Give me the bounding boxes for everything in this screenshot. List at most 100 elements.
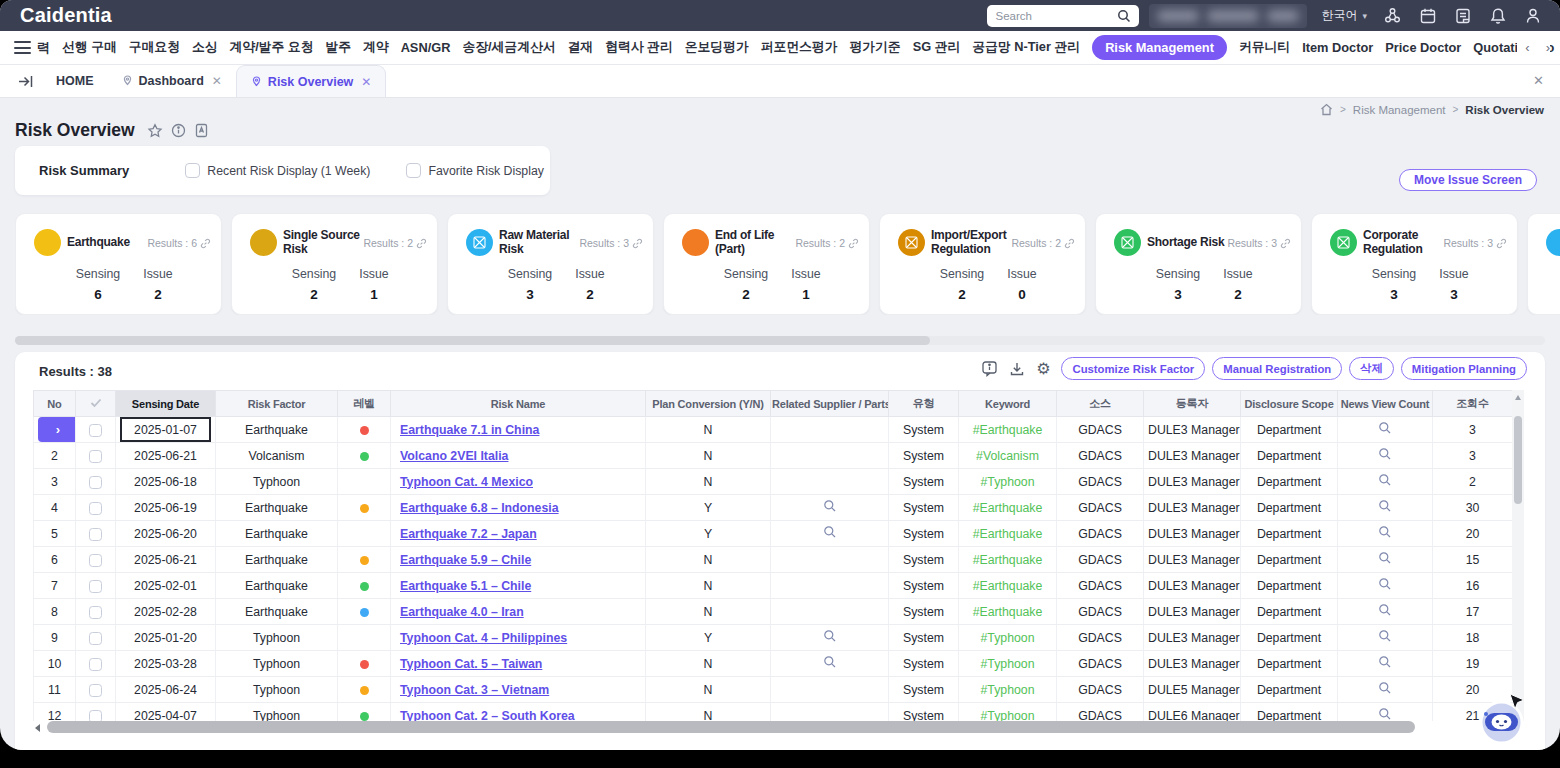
risk-name-link[interactable]: Earthquake 5.1 – Chile: [400, 579, 531, 593]
tab-home[interactable]: HOME: [42, 65, 108, 97]
column-header-checkbox[interactable]: [76, 391, 116, 417]
column-header-Related Supplier / Parts[interactable]: Related Supplier / Parts: [771, 391, 889, 417]
sensing-date-cell[interactable]: 2025-02-01: [116, 573, 216, 599]
org-network-icon[interactable]: [1383, 6, 1402, 25]
column-header-Risk Name[interactable]: Risk Name: [391, 391, 646, 417]
column-header-등록자[interactable]: 등록자: [1144, 391, 1241, 417]
column-header-Sensing Date[interactable]: Sensing Date: [116, 391, 216, 417]
link-icon[interactable]: [1280, 238, 1291, 249]
sensing-date-cell[interactable]: 2025-06-19: [116, 495, 216, 521]
risk-card-raw-material-risk[interactable]: Raw Material RiskResults : 3Sensing3Issu…: [447, 213, 654, 315]
menu-item-온보딩평가[interactable]: 온보딩평가: [685, 39, 749, 56]
manual-icon[interactable]: [194, 123, 209, 138]
table-vscroll-thumb[interactable]: [1514, 416, 1522, 504]
favorite-risk-checkbox[interactable]: [406, 163, 421, 178]
menu-item-협력사-관리[interactable]: 협력사 관리: [605, 39, 673, 56]
magnifier-icon[interactable]: [823, 499, 837, 513]
magnifier-icon[interactable]: [823, 655, 837, 669]
selected-row-expand-button[interactable]: ›: [38, 417, 76, 442]
menu-item-sg-관리[interactable]: SG 관리: [913, 39, 961, 56]
grid-settings-gear-icon[interactable]: ⚙: [1036, 361, 1050, 377]
magnifier-icon[interactable]: [1378, 707, 1392, 721]
risk-name-link[interactable]: Earthquake 7.1 in China: [400, 423, 539, 437]
link-icon[interactable]: [1496, 238, 1507, 249]
column-header-조회수[interactable]: 조회수: [1433, 391, 1513, 417]
link-icon[interactable]: [416, 238, 427, 249]
tab-dashboard[interactable]: Dashboard✕: [108, 65, 236, 97]
sensing-date-cell[interactable]: 2025-06-21: [116, 443, 216, 469]
row-checkbox[interactable]: [89, 554, 102, 567]
risk-name-link[interactable]: Earthquake 4.0 – Iran: [400, 605, 524, 619]
menu-item-결재[interactable]: 결재: [568, 39, 594, 56]
sensing-date-cell[interactable]: 2025-04-07: [116, 703, 216, 722]
home-icon[interactable]: [1320, 103, 1333, 116]
menu-scroll-right-icon[interactable]: ›: [1546, 40, 1550, 55]
column-header-Keyword[interactable]: Keyword: [959, 391, 1057, 417]
row-checkbox[interactable]: [89, 502, 102, 515]
menu-item-소싱[interactable]: 소싱: [192, 39, 218, 56]
table-vertical-scrollbar[interactable]: [1512, 390, 1524, 721]
menu-item-퍼포먼스평가[interactable]: 퍼포먼스평가: [761, 39, 838, 56]
magnifier-icon[interactable]: [1378, 603, 1392, 617]
risk-name-link[interactable]: Typhoon Cat. 3 – Vietnam: [400, 683, 549, 697]
magnifier-icon[interactable]: [1378, 629, 1392, 643]
table-horizontal-scrollbar[interactable]: [33, 721, 1524, 733]
sensing-date-cell[interactable]: 2025-01-20: [116, 625, 216, 651]
magnifier-icon[interactable]: [1378, 551, 1392, 565]
sensing-date-cell[interactable]: 2025-06-20: [116, 521, 216, 547]
risk-name-link[interactable]: Typhoon Cat. 2 – South Korea: [400, 709, 575, 722]
magnifier-icon[interactable]: [1378, 655, 1392, 669]
column-header-No[interactable]: No: [34, 391, 76, 417]
row-checkbox[interactable]: [89, 710, 102, 721]
hamburger-menu-icon[interactable]: [14, 41, 31, 54]
row-checkbox[interactable]: [89, 476, 102, 489]
menu-item-공급망-n-tier-관리[interactable]: 공급망 N-Tier 관리: [972, 39, 1080, 56]
row-checkbox[interactable]: [89, 580, 102, 593]
menu-item-커뮤니티[interactable]: 커뮤니티: [1239, 39, 1290, 56]
risk-name-link[interactable]: Volcano 2VEI Italia: [400, 449, 508, 463]
risk-name-link[interactable]: Typhoon Cat. 4 Mexico: [400, 475, 533, 489]
row-checkbox[interactable]: [89, 684, 102, 697]
menu-item-평가기준[interactable]: 평가기준: [849, 39, 900, 56]
row-number[interactable]: ›: [34, 417, 76, 443]
magnifier-icon[interactable]: [823, 629, 837, 643]
risk-name-link[interactable]: Typhoon Cat. 4 – Philippines: [400, 631, 567, 645]
calendar-icon[interactable]: [1419, 7, 1437, 25]
menu-item-clipped[interactable]: 력: [37, 39, 50, 57]
favorite-star-icon[interactable]: [147, 123, 163, 139]
risk-card-shortage-risk[interactable]: Shortage RiskResults : 3Sensing3Issue2: [1095, 213, 1302, 315]
link-icon[interactable]: [848, 238, 859, 249]
info-icon[interactable]: [171, 123, 186, 138]
menu-item-송장-세금계산서[interactable]: 송장/세금계산서: [462, 39, 555, 56]
favorite-risk-option[interactable]: Favorite Risk Display: [406, 163, 543, 178]
sensing-date-cell[interactable]: 2025-02-28: [116, 599, 216, 625]
row-checkbox[interactable]: [89, 632, 102, 645]
sensing-date-cell[interactable]: 2025-01-07: [116, 417, 216, 443]
table-hscroll-thumb[interactable]: [47, 721, 1415, 733]
collapse-sidebar-icon[interactable]: [8, 65, 42, 97]
tab-close-icon[interactable]: ✕: [212, 74, 222, 88]
row-checkbox[interactable]: [89, 424, 102, 437]
notification-bell-icon[interactable]: [1489, 7, 1507, 25]
grid-tooltip-icon[interactable]: [981, 360, 998, 377]
column-header-Disclosure Scope[interactable]: Disclosure Scope: [1241, 391, 1338, 417]
risk-card-import-export-regulation[interactable]: Import/Export RegulationResults : 2Sensi…: [879, 213, 1086, 315]
magnifier-icon[interactable]: [1378, 499, 1392, 513]
risk-card-end-of-life-part-[interactable]: End of Life (Part)Results : 2Sensing2Iss…: [663, 213, 870, 315]
column-header-레벨[interactable]: 레벨: [338, 391, 391, 417]
column-header-Risk Factor[interactable]: Risk Factor: [216, 391, 338, 417]
recent-risk-option[interactable]: Recent Risk Display (1 Week): [185, 163, 370, 178]
tab-close-icon[interactable]: ✕: [361, 75, 371, 89]
risk-card-corporate-regulation[interactable]: Corporate RegulationResults : 3Sensing3I…: [1311, 213, 1518, 315]
grid-button-삭제[interactable]: 삭제: [1349, 357, 1394, 380]
cards-scrollbar-thumb[interactable]: [15, 336, 930, 345]
sensing-date-cell[interactable]: 2025-03-28: [116, 651, 216, 677]
row-checkbox[interactable]: [89, 528, 102, 541]
sensing-date-cell[interactable]: 2025-06-21: [116, 547, 216, 573]
risk-card-earthquake[interactable]: EarthquakeResults : 6Sensing6Issue2: [15, 213, 222, 315]
risk-name-link[interactable]: Typhoon Cat. 5 – Taiwan: [400, 657, 542, 671]
link-icon[interactable]: [632, 238, 643, 249]
column-header-유형[interactable]: 유형: [889, 391, 959, 417]
cards-scrollbar[interactable]: [15, 336, 1545, 345]
grid-button-manual-registration[interactable]: Manual Registration: [1212, 357, 1342, 380]
